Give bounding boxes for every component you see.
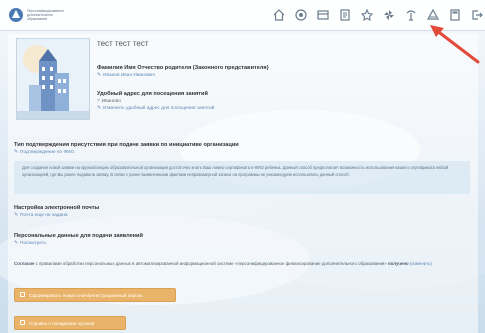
child-name: тест тест тест [97,39,149,48]
logout-icon[interactable] [468,6,485,24]
pinwheel-icon[interactable] [380,6,398,24]
events-icon[interactable] [402,6,420,24]
help-icon[interactable] [292,6,310,24]
logo-icon [9,8,23,22]
consent-change-link[interactable]: (изменить) [410,261,432,266]
consent-text: Согласие с правилами обработки персональ… [14,260,470,267]
favorites-icon[interactable] [358,6,376,24]
personal-data-label: Персональные данные для подачи заявлений [14,233,143,239]
attendance-edit-link[interactable]: ✎ Подтверждение по ФИО [14,150,74,155]
app-window: Персонифицированное дополнительное образ… [0,0,485,333]
personal-data-view-link[interactable]: ✎ Посмотреть [14,241,46,246]
pencil-icon: ✎ [97,73,102,78]
consent-prefix: Согласие [14,261,35,266]
parent-name-edit-link[interactable]: ✎ Иванов Иван Иванович [97,73,155,78]
pencil-icon: ✎ [97,106,102,111]
email-settings-label: Настройка электронной почты [14,205,100,211]
pencil-icon: ✎ [14,241,19,246]
attendance-label: Тип подтверждения присутствия при подаче… [14,142,239,148]
document-icon [20,319,25,325]
consent-status: получено [387,261,409,266]
parent-name-label: Фамилия Имя Отчество родителя (Законного… [97,65,269,71]
address-value: ? Иваново [97,99,121,104]
profile-content: тест тест тест Фамилия Имя Отчество роди… [8,34,478,333]
email-settings-link[interactable]: ✎ Почта еще не задана [14,213,68,218]
building-illustration-icon [17,39,89,119]
address-change-link[interactable]: ✎ Изменить удобный адрес для посещения за… [97,106,214,111]
user-profile-icon[interactable] [424,6,442,24]
pencil-icon: ✎ [14,213,19,218]
key-icon [20,291,25,297]
location-icon: ? [97,99,100,104]
certificate-button[interactable]: Справка о поощрении органов [14,316,126,330]
address-label: Удобный адрес для посещения занятий [97,91,208,97]
calculator-icon[interactable] [446,6,464,24]
attendance-hint-text: Для создания новой заявки на кружок/секц… [22,165,449,177]
site-logo[interactable]: Персонифицированное дополнительное образ… [8,7,72,23]
logo-text: Персонифицированное дополнительное образ… [27,9,65,21]
catalog-icon[interactable] [314,6,332,24]
pencil-icon: ✎ [14,150,19,155]
parent-name-value: Иванов Иван Иванович [103,73,156,78]
attendance-hint-box: Для создания новой заявки на кружок/секц… [14,161,470,194]
home-icon[interactable] [270,6,288,24]
top-navigation-bar: Персонифицированное дополнительное образ… [0,0,485,31]
consent-rules-link[interactable]: с правилами обработки персональных данны… [36,261,387,266]
documents-icon[interactable] [336,6,354,24]
form-number-button[interactable]: Сформировать новую ключ/регистрационный … [14,288,176,302]
profile-image [16,38,90,120]
